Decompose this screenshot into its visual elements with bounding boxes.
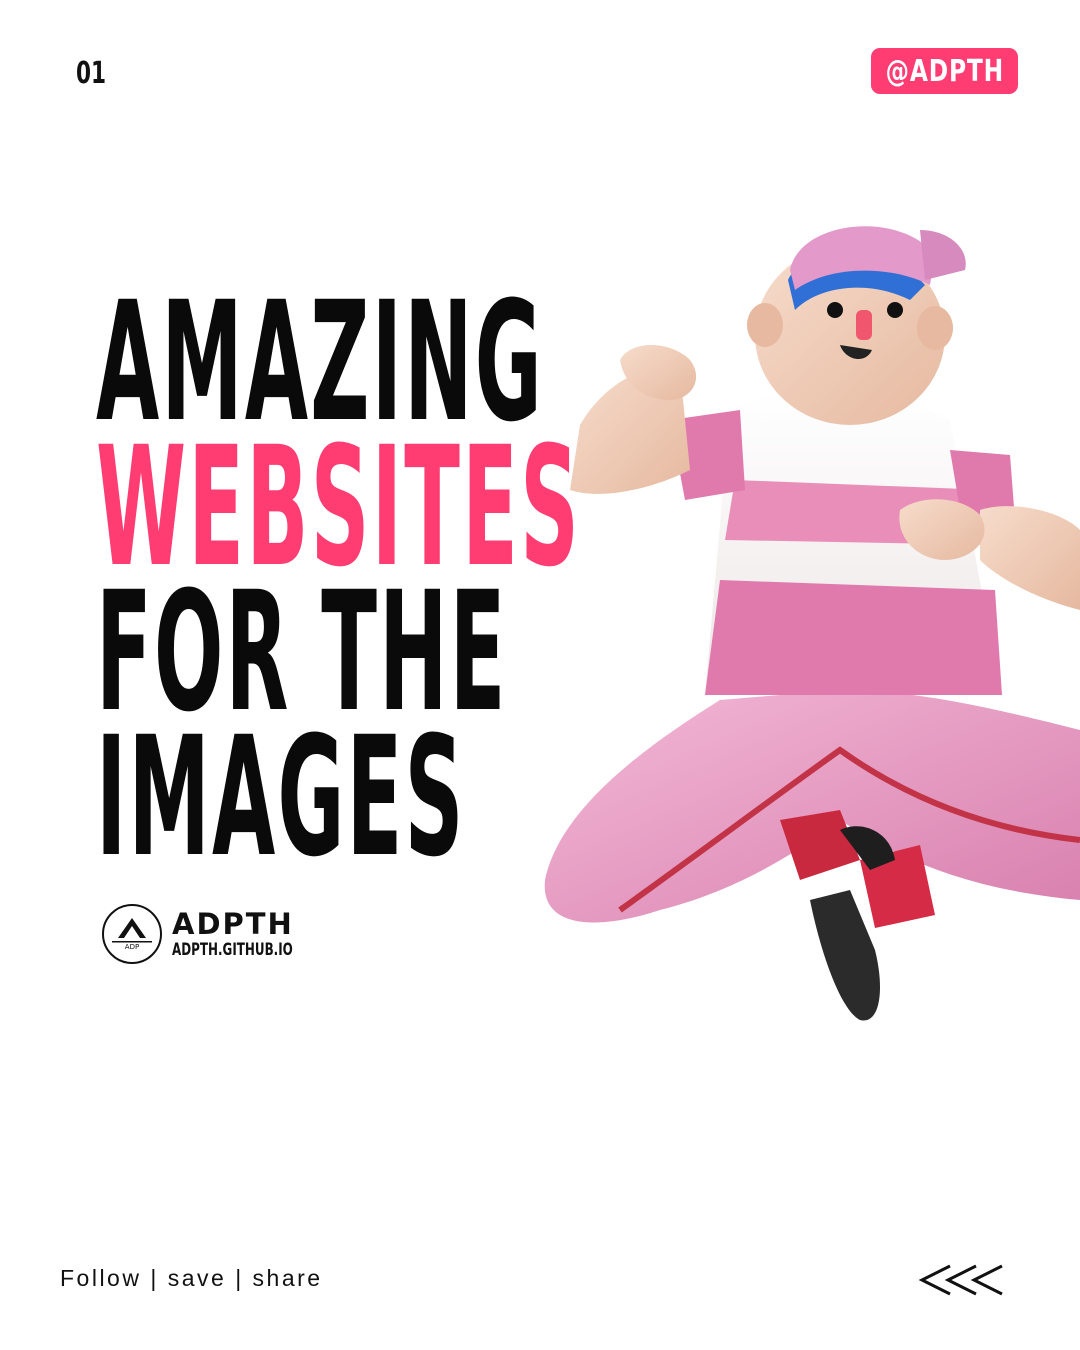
- brand-logo-icon: ADP: [112, 918, 152, 951]
- handle-badge[interactable]: @ADPTH: [871, 48, 1018, 94]
- brand-logo: ADP: [102, 904, 162, 964]
- handle-text: @ADPTH: [885, 53, 1004, 89]
- headline: AMAZING WEBSITES FOR THE IMAGES: [96, 280, 978, 893]
- brand-block: ADP ADPTH ADPTH.GITHUB.IO: [102, 904, 327, 964]
- brand-name: ADPTH: [172, 907, 294, 941]
- brand-logo-text: ADP: [125, 943, 139, 951]
- call-to-action: Follow | save | share: [60, 1265, 323, 1291]
- page-number: 01: [76, 56, 107, 91]
- brand-url[interactable]: ADPTH.GITHUB.IO: [172, 940, 293, 960]
- triple-chevron-left-icon[interactable]: [918, 1262, 1006, 1298]
- headline-line-4: IMAGES: [96, 701, 466, 893]
